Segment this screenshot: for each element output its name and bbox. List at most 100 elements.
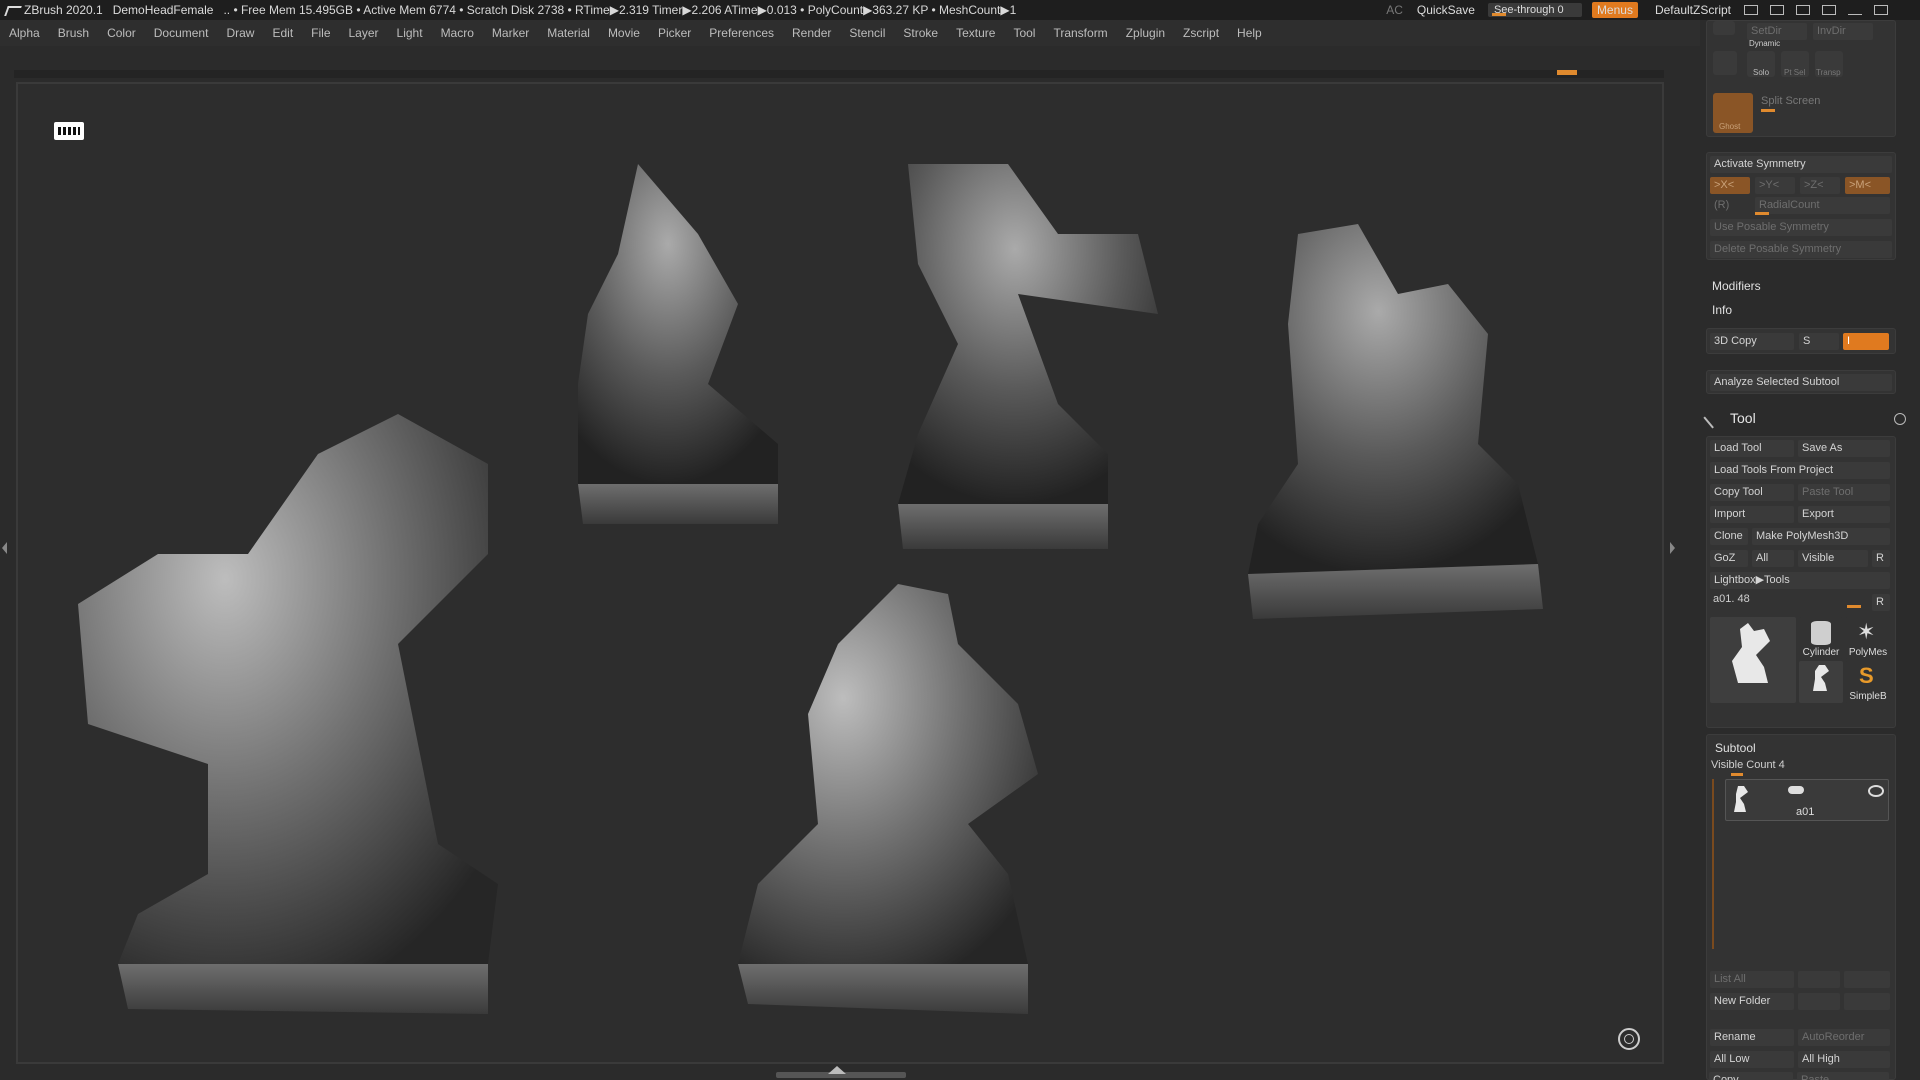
sym-x-button[interactable]: >X< [1710,177,1750,194]
menu-file[interactable]: File [302,26,339,40]
lightbox-tools-button[interactable]: Lightbox▶Tools [1710,572,1890,589]
move-up-button[interactable] [1798,971,1840,988]
visible-count-slider[interactable]: Visible Count 4 [1711,759,1785,771]
info-header[interactable]: Info [1712,303,1732,317]
split-screen-label[interactable]: Split Screen [1761,95,1820,107]
menu-zplugin[interactable]: Zplugin [1117,26,1174,40]
copy3d-s-button[interactable]: S [1799,333,1839,350]
load-tool-button[interactable]: Load Tool [1710,440,1794,457]
new-folder-button[interactable]: New Folder [1710,993,1794,1010]
layout-icon[interactable] [1744,5,1758,15]
make-polymesh3d-button[interactable]: Make PolyMesh3D [1752,528,1890,545]
menu-macro[interactable]: Macro [432,26,483,40]
solo-button[interactable]: Solo [1747,51,1775,77]
subtool-eye-icon[interactable] [1868,785,1884,797]
tool-thumb-a01-main[interactable]: a01 [1710,617,1796,703]
menus-button[interactable]: Menus [1591,2,1638,18]
move-down-button[interactable] [1844,971,1890,988]
copy3d-i-button[interactable]: I [1843,333,1889,350]
menu-edit[interactable]: Edit [263,26,302,40]
goz-visible-button[interactable]: Visible [1798,550,1868,567]
menu-brush[interactable]: Brush [49,26,98,40]
copy3d-button[interactable]: 3D Copy [1710,333,1794,350]
reset-icon[interactable] [1894,413,1906,425]
menu-help[interactable]: Help [1228,26,1271,40]
goz-r-button[interactable]: R [1872,550,1890,567]
menu-draw[interactable]: Draw [217,26,263,40]
folder-down-button[interactable] [1844,993,1890,1010]
left-tray-toggle[interactable] [2,490,8,610]
tool-thumb-polymesh[interactable]: ✶ PolyMes [1845,617,1891,659]
load-tools-from-project-button[interactable]: Load Tools From Project [1710,462,1890,479]
menu-marker[interactable]: Marker [483,26,538,40]
menu-texture[interactable]: Texture [947,26,1004,40]
menu-render[interactable]: Render [783,26,840,40]
quicksave-button[interactable]: QuickSave [1417,3,1475,17]
ac-label[interactable]: AC [1386,3,1403,17]
import-button[interactable]: Import [1710,506,1794,523]
auto-reorder-button[interactable]: AutoReorder [1798,1029,1890,1046]
menu-tool[interactable]: Tool [1004,26,1044,40]
menu-document[interactable]: Document [145,26,218,40]
menu-material[interactable]: Material [538,26,599,40]
restore-icon[interactable] [1796,5,1810,15]
use-posable-symmetry-button[interactable]: Use Posable Symmetry [1710,219,1892,236]
goz-all-button[interactable]: All [1752,550,1794,567]
orientation-gizmo-icon[interactable] [1618,1028,1640,1050]
minimize-icon[interactable] [1848,5,1862,15]
radial-count-slider[interactable]: RadialCount [1755,197,1890,214]
subtool-item-a01[interactable]: a01 [1725,779,1889,821]
copy-tool-button[interactable]: Copy Tool [1710,484,1794,501]
layout-alt-icon[interactable] [1770,5,1784,15]
sym-m-button[interactable]: >M< [1845,177,1890,194]
paste-tool-button[interactable]: Paste Tool [1798,484,1890,501]
menu-preferences[interactable]: Preferences [700,26,783,40]
menu-layer[interactable]: Layer [340,26,388,40]
tool-thumb-a01-small[interactable]: a01 [1799,661,1843,703]
rename-button[interactable]: Rename [1710,1029,1794,1046]
strip-marker[interactable] [1557,70,1577,75]
subtool-toggle-icon[interactable] [1788,786,1804,794]
delete-posable-symmetry-button[interactable]: Delete Posable Symmetry [1710,241,1892,258]
invdir-button[interactable]: InvDir [1813,23,1873,40]
subtool-header[interactable]: Subtool [1715,741,1756,755]
modifiers-header[interactable]: Modifiers [1712,279,1761,293]
setdir-button[interactable]: SetDir [1747,23,1807,40]
radial-r-button[interactable]: (R) [1710,197,1750,214]
tool-thumb-simpleb[interactable]: S SimpleB [1845,661,1891,703]
save-as-button[interactable]: Save As [1798,440,1890,457]
right-tray-toggle[interactable] [1670,490,1676,610]
activate-symmetry-button[interactable]: Activate Symmetry [1710,156,1892,173]
menu-alpha[interactable]: Alpha [0,26,49,40]
all-low-button[interactable]: All Low [1710,1051,1794,1068]
popout-icon[interactable] [1822,5,1836,15]
tool-r-button[interactable]: R [1872,594,1890,611]
all-high-button[interactable]: All High [1798,1051,1890,1068]
menu-stencil[interactable]: Stencil [840,26,894,40]
paste-subtool-button[interactable]: Paste [1797,1072,1889,1080]
sym-z-button[interactable]: >Z< [1800,177,1840,194]
menu-picker[interactable]: Picker [649,26,700,40]
current-tool-slider[interactable]: a01. 48 [1713,593,1750,605]
bottom-tray-toggle[interactable] [776,1066,906,1078]
tool-header[interactable]: Tool [1700,407,1920,430]
menu-light[interactable]: Light [388,26,432,40]
clone-button[interactable]: Clone [1710,528,1748,545]
list-all-button[interactable]: List All [1710,971,1794,988]
frame-cube-icon[interactable] [1713,51,1737,75]
menu-transform[interactable]: Transform [1044,26,1116,40]
see-through-slider[interactable]: See-through 0 [1487,3,1582,17]
ghost-button[interactable]: Ghost [1713,93,1753,133]
tool-thumb-cylinder[interactable]: Cylinder [1799,617,1843,659]
canvas-viewport[interactable] [16,82,1664,1064]
copy-subtool-button[interactable]: Copy [1709,1072,1793,1080]
maximize-icon[interactable] [1874,5,1888,15]
subtool-scroll-track[interactable] [1712,779,1714,949]
analyze-subtool-button[interactable]: Analyze Selected Subtool [1710,374,1892,391]
sym-y-button[interactable]: >Y< [1755,177,1795,194]
transp-button[interactable]: Transp [1815,51,1843,77]
folder-up-button[interactable] [1798,993,1840,1010]
xpose-icon[interactable] [1713,21,1735,35]
menu-movie[interactable]: Movie [599,26,649,40]
ptsel-button[interactable]: Pt Sel [1781,51,1809,77]
